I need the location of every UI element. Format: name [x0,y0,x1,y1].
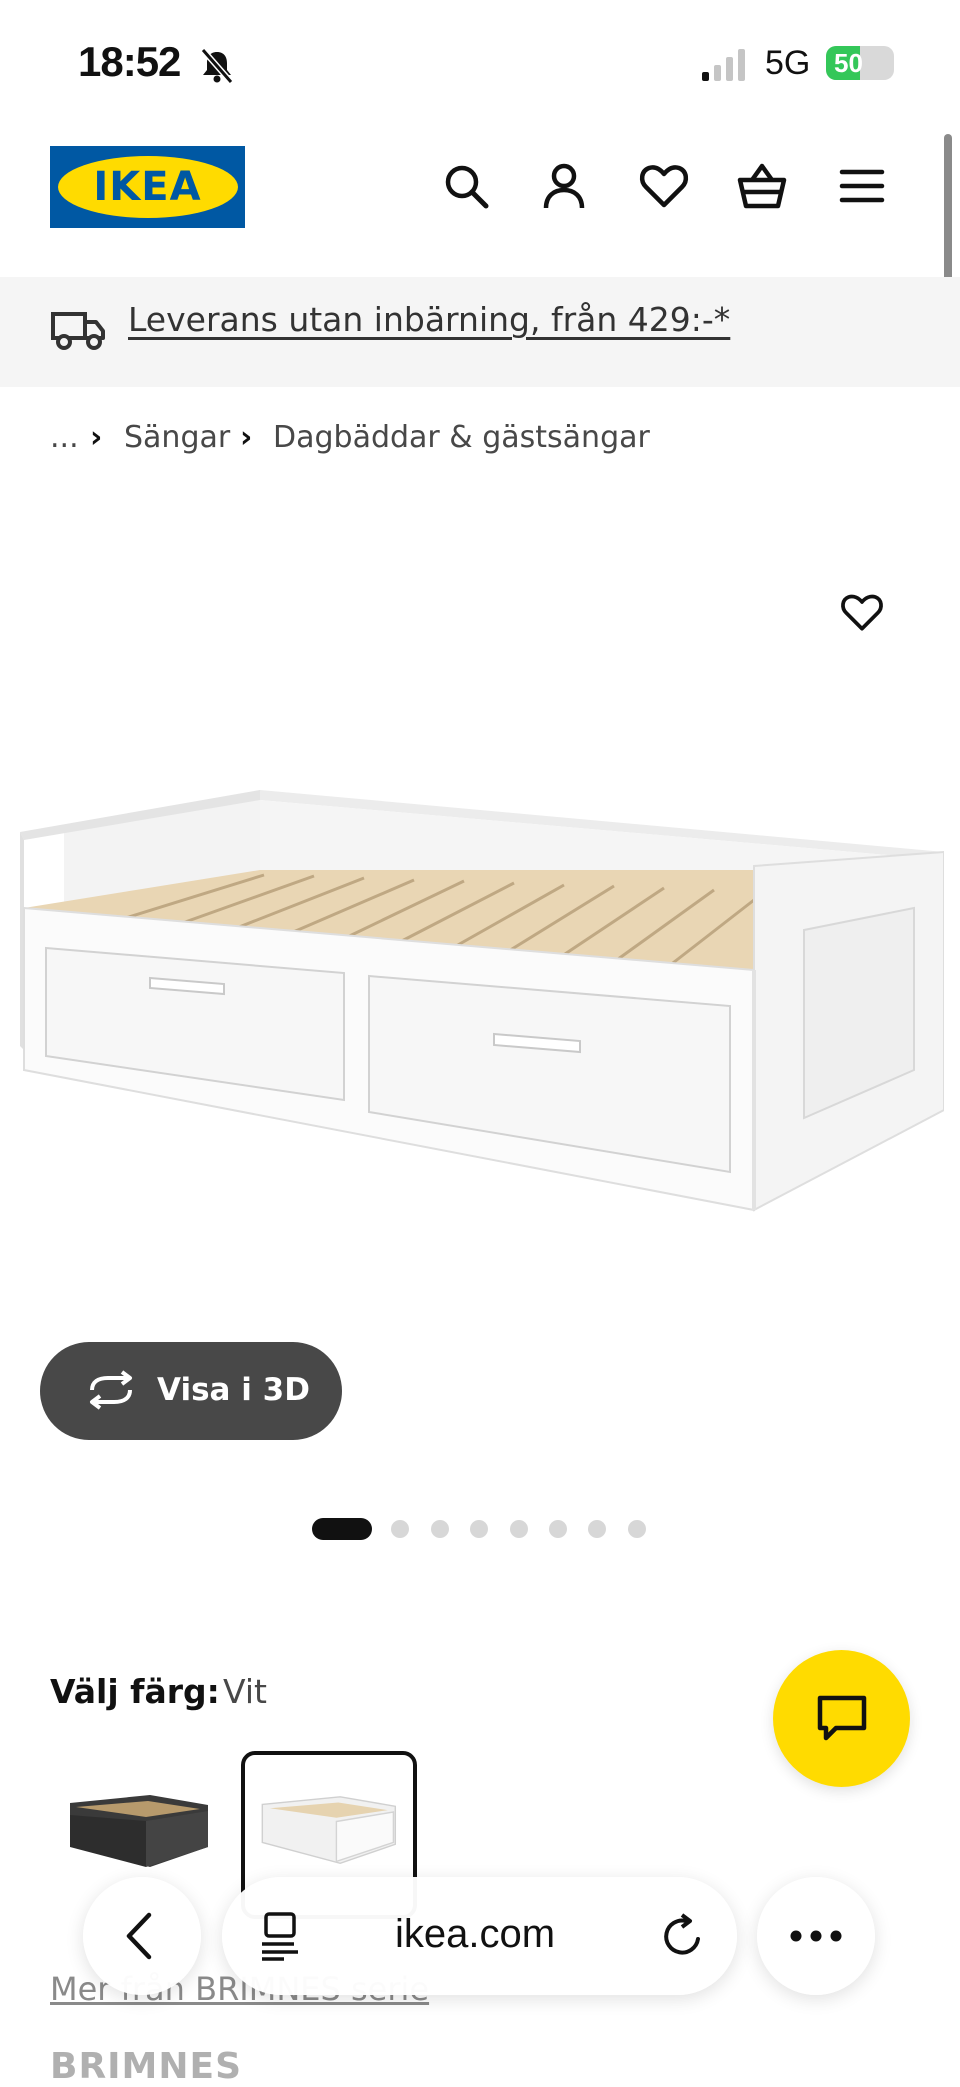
view-3d-button[interactable]: Visa i 3D [40,1342,342,1440]
breadcrumb-ellipsis[interactable]: ... [50,420,79,455]
chevron-right-icon: › [90,420,103,455]
carousel-dot-active[interactable] [312,1518,372,1540]
favorite-heart-icon[interactable] [840,592,884,632]
bell-slash-icon [200,48,234,84]
view-3d-label: Visa i 3D [157,1372,310,1408]
chevron-right-icon: › [240,420,253,455]
color-label: Välj färg: [50,1672,220,1711]
product-image[interactable] [14,780,944,1220]
profile-icon[interactable] [538,160,590,212]
network-type: 5G [765,44,811,82]
carousel-dot[interactable] [431,1520,449,1538]
carousel-dot[interactable] [391,1520,409,1538]
heart-icon[interactable] [638,160,690,212]
carousel-dot[interactable] [470,1520,488,1538]
battery-percent: 50 [834,48,863,78]
color-value: Vit [223,1672,267,1711]
carousel-dot[interactable] [628,1520,646,1538]
battery-icon: 50 [826,46,894,80]
delivery-link[interactable]: Leverans utan inbärning, från 429:-* [128,300,730,339]
breadcrumb-item-beds[interactable]: Sängar [124,420,230,455]
menu-icon[interactable] [836,160,888,212]
back-button[interactable] [83,1877,201,1995]
more-icon [790,1930,842,1942]
carousel-dot[interactable] [588,1520,606,1538]
chat-icon [817,1695,867,1741]
logo-text: IKEA [93,164,202,210]
ikea-logo[interactable]: IKEA [50,146,245,228]
url-text[interactable]: ikea.com [395,1912,555,1957]
reader-icon[interactable] [258,1911,302,1961]
chevron-left-icon [126,1912,152,1960]
truck-icon [51,312,105,350]
rotate-3d-icon [90,1370,132,1410]
carousel-dot[interactable] [510,1520,528,1538]
series-name: BRIMNES [50,2046,243,2087]
signal-icon [702,49,745,81]
status-time: 18:52 [78,38,181,85]
carousel-dot[interactable] [549,1520,567,1538]
breadcrumb-item-daybeds[interactable]: Dagbäddar & gästsängar [273,420,650,455]
search-icon[interactable] [440,160,492,212]
basket-icon[interactable] [736,160,788,212]
reload-icon[interactable] [660,1913,706,1959]
more-options-button[interactable] [757,1877,875,1995]
chat-button[interactable] [773,1650,910,1787]
